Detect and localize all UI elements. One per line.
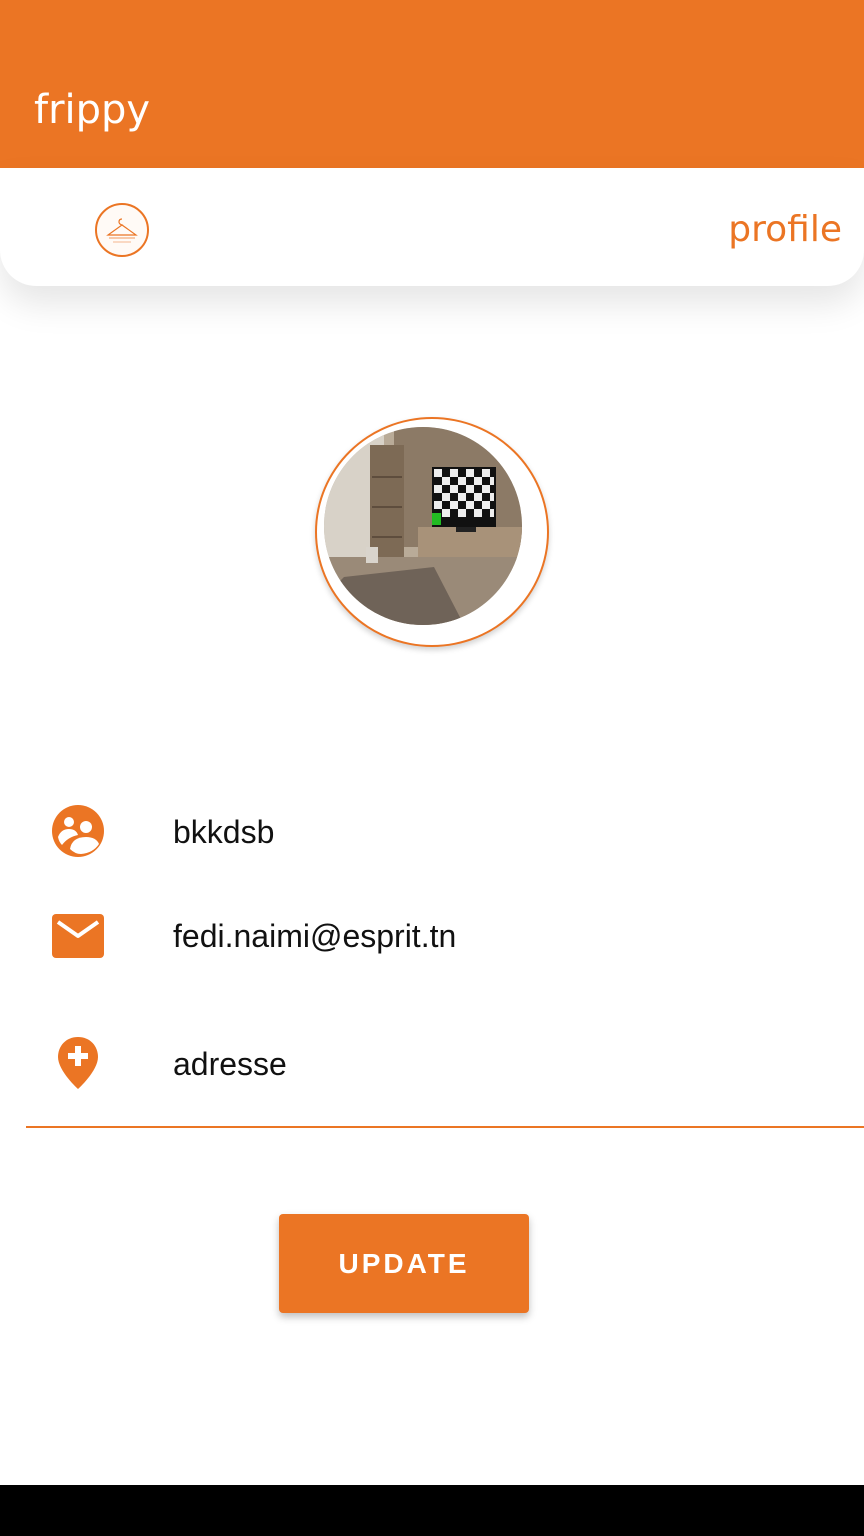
email-field[interactable]: fedi.naimi@esprit.tn: [173, 916, 456, 956]
name-field[interactable]: bkkdsb: [173, 812, 274, 852]
app-logo[interactable]: [95, 203, 149, 257]
group-icon: [50, 803, 106, 859]
system-nav-bar: [0, 1485, 864, 1536]
address-input[interactable]: adresse: [173, 1044, 287, 1084]
add-location-icon: [50, 1035, 106, 1091]
update-button[interactable]: UPDATE: [279, 1214, 529, 1313]
tab-profile[interactable]: profile: [728, 208, 842, 252]
address-input-underline: [26, 1126, 864, 1128]
mail-icon: [50, 908, 106, 964]
avatar[interactable]: [324, 427, 522, 625]
app-title: frippy: [34, 87, 151, 133]
app-bar: frippy: [0, 0, 864, 168]
